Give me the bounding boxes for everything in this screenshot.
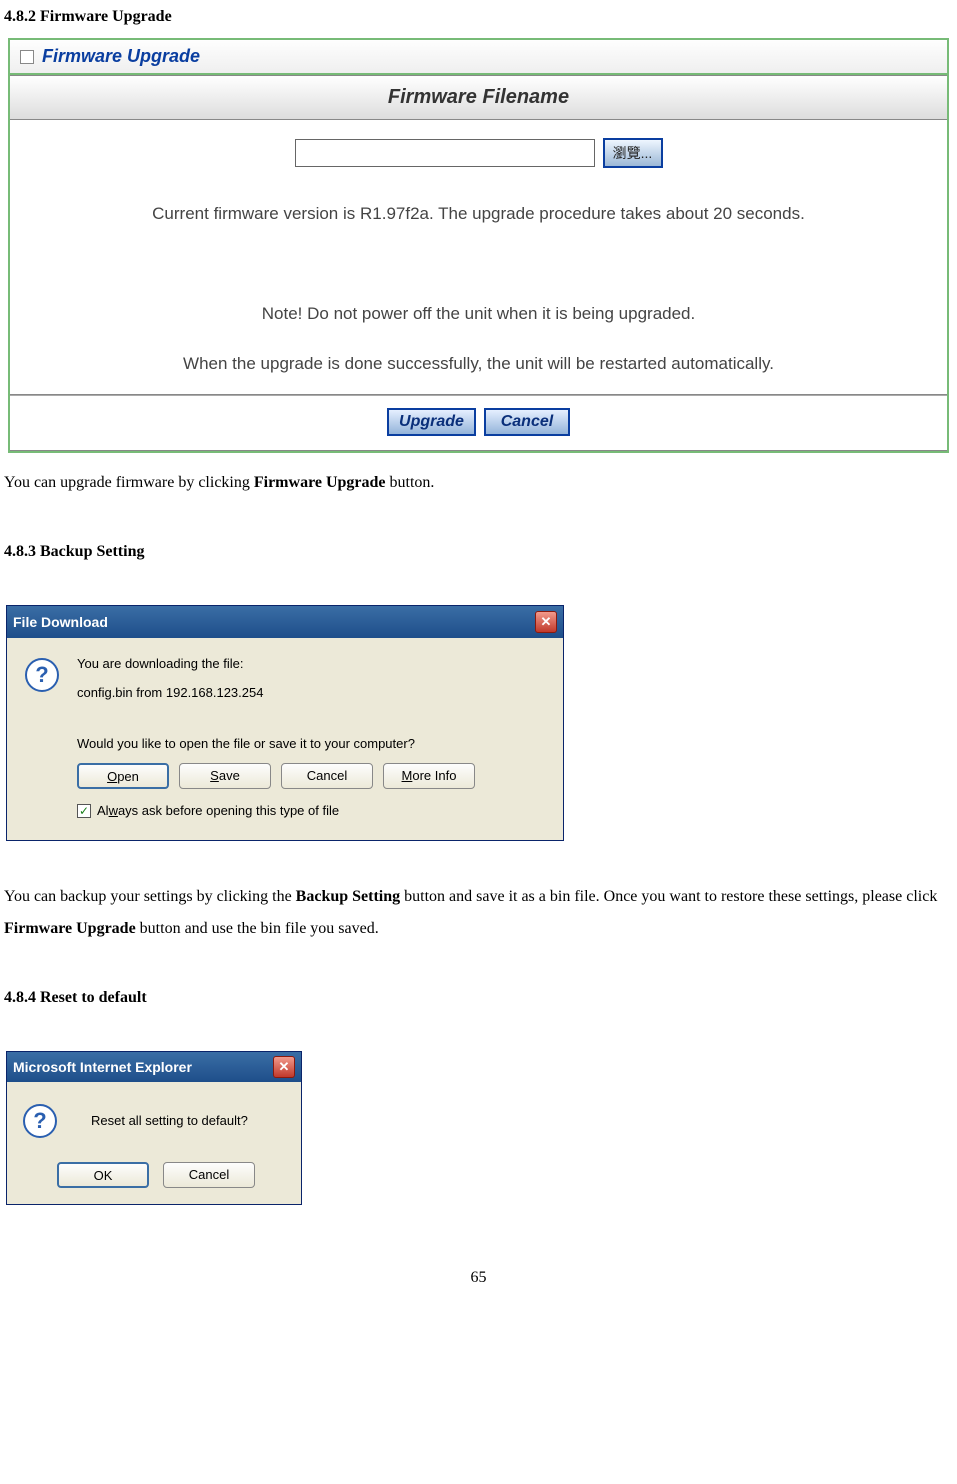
dialog-body: ? You are downloading the file: config.b… bbox=[7, 638, 563, 840]
firmware-filename-label: Firmware Filename bbox=[10, 75, 947, 120]
dialog-cancel-button[interactable]: Cancel bbox=[281, 763, 373, 789]
download-line-3: Would you like to open the file or save … bbox=[77, 736, 549, 751]
cancel-button[interactable]: Cancel bbox=[484, 408, 570, 436]
ok-button[interactable]: OK bbox=[57, 1162, 149, 1188]
save-label: ave bbox=[219, 768, 240, 783]
dialog-title: File Download bbox=[13, 614, 108, 630]
panel-expand-icon[interactable] bbox=[20, 50, 34, 64]
close-icon[interactable]: ✕ bbox=[535, 611, 557, 633]
save-button[interactable]: Save bbox=[179, 763, 271, 789]
ie-close-icon[interactable]: ✕ bbox=[273, 1056, 295, 1078]
para1-pre: You can upgrade firmware by clicking bbox=[4, 474, 254, 491]
para2-bold1: Backup Setting bbox=[296, 888, 400, 905]
download-line-2: config.bin from 192.168.123.254 bbox=[77, 685, 549, 700]
ie-cancel-button[interactable]: Cancel bbox=[163, 1162, 255, 1188]
heading-backup-setting: 4.8.3 Backup Setting bbox=[0, 543, 957, 561]
dialog-content: You are downloading the file: config.bin… bbox=[77, 656, 549, 836]
firmware-file-input[interactable] bbox=[295, 139, 595, 167]
heading-reset-default: 4.8.4 Reset to default bbox=[0, 989, 957, 1007]
heading-firmware-upgrade: 4.8.2 Firmware Upgrade bbox=[0, 8, 957, 26]
para2-post: button and use the bin file you saved. bbox=[136, 920, 379, 937]
dialog-titlebar[interactable]: File Download ✕ bbox=[7, 606, 563, 638]
firmware-upgrade-panel: Firmware Upgrade Firmware Filename 瀏覽...… bbox=[8, 38, 949, 453]
firmware-panel-body: 瀏覽... Current firmware version is R1.97f… bbox=[10, 120, 947, 395]
always-ask-row: ✓ Always ask before opening this type of… bbox=[77, 803, 549, 818]
always-ask-checkbox[interactable]: ✓ bbox=[77, 804, 91, 818]
para2-bold2: Firmware Upgrade bbox=[4, 920, 136, 937]
panel-title: Firmware Upgrade bbox=[42, 46, 200, 67]
dialog-buttons: Open Save Cancel More Info bbox=[77, 763, 549, 789]
upgrade-button[interactable]: Upgrade bbox=[387, 408, 476, 436]
ie-dialog-title: Microsoft Internet Explorer bbox=[13, 1059, 192, 1075]
note-text: Note! Do not power off the unit when it … bbox=[20, 304, 937, 324]
open-button[interactable]: Open bbox=[77, 763, 169, 789]
restart-text: When the upgrade is done successfully, t… bbox=[20, 354, 937, 374]
para2-pre: You can backup your settings by clicking… bbox=[4, 888, 296, 905]
question-icon: ? bbox=[25, 658, 59, 692]
more-label: ore Info bbox=[412, 768, 456, 783]
paragraph-backup-setting: You can backup your settings by clicking… bbox=[4, 881, 957, 945]
action-row: Upgrade Cancel bbox=[10, 395, 947, 451]
always-ask-label: Always ask before opening this type of f… bbox=[97, 803, 339, 818]
ie-dialog-buttons: OK Cancel bbox=[23, 1162, 289, 1188]
ie-dialog-titlebar[interactable]: Microsoft Internet Explorer ✕ bbox=[7, 1052, 301, 1082]
upload-row: 瀏覽... bbox=[20, 138, 937, 168]
download-line-1: You are downloading the file: bbox=[77, 656, 549, 671]
ie-dialog-body: ? Reset all setting to default? OK Cance… bbox=[7, 1082, 301, 1204]
open-label: pen bbox=[117, 769, 139, 784]
reset-default-dialog: Microsoft Internet Explorer ✕ ? Reset al… bbox=[6, 1051, 302, 1205]
para1-bold: Firmware Upgrade bbox=[254, 474, 386, 491]
version-text: Current firmware version is R1.97f2a. Th… bbox=[60, 204, 897, 224]
paragraph-firmware-upgrade: You can upgrade firmware by clicking Fir… bbox=[4, 467, 957, 499]
file-download-dialog: File Download ✕ ? You are downloading th… bbox=[6, 605, 564, 841]
ie-question-icon: ? bbox=[23, 1104, 57, 1138]
para2-mid: button and save it as a bin file. Once y… bbox=[400, 888, 937, 905]
page-number: 65 bbox=[0, 1269, 957, 1287]
browse-button[interactable]: 瀏覽... bbox=[603, 138, 663, 168]
more-info-button[interactable]: More Info bbox=[383, 763, 475, 789]
panel-header: Firmware Upgrade bbox=[10, 40, 947, 75]
ie-message: Reset all setting to default? bbox=[91, 1113, 248, 1128]
para1-post: button. bbox=[386, 474, 435, 491]
